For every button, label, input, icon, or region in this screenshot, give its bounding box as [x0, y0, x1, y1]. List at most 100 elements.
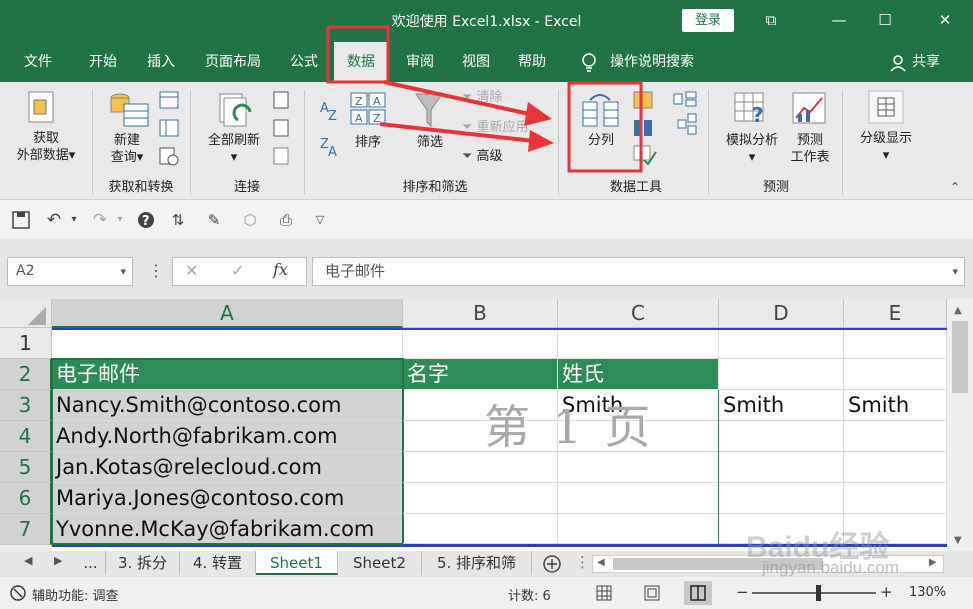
share-button[interactable]: 共享 — [912, 42, 940, 82]
scroll-up-icon[interactable]: ▲ — [954, 305, 962, 316]
forecast-sheet-button[interactable]: 预测 工作表 — [784, 132, 836, 166]
ribbon-display-icon[interactable]: ⧉ — [748, 4, 794, 36]
zoom-in-icon[interactable]: + — [880, 583, 893, 601]
new-query-button[interactable]: 新建 查询▾ — [100, 132, 154, 166]
cell-d3[interactable]: Smith — [719, 390, 844, 421]
refresh-all-button[interactable]: 全部刷新 ▾ — [198, 132, 270, 166]
sheet-tab-sheet2[interactable]: Sheet2 — [338, 551, 422, 575]
cell-b6[interactable] — [403, 483, 558, 514]
cell-d7[interactable] — [719, 514, 844, 544]
more-sheets[interactable]: ... — [76, 551, 106, 575]
cell-e6[interactable] — [844, 483, 947, 514]
next-sheet-icon[interactable]: ▶ — [54, 554, 62, 567]
row-header-2[interactable]: 2 — [0, 359, 52, 390]
cell-e5[interactable] — [844, 452, 947, 483]
column-header-d[interactable]: D — [719, 299, 844, 328]
column-header-b[interactable]: B — [403, 299, 558, 328]
tab-file[interactable]: 文件 — [14, 42, 62, 82]
expand-formula-icon[interactable]: ▾ — [952, 258, 958, 285]
cell-e4[interactable] — [844, 421, 947, 452]
worksheet-grid[interactable]: A B C D E 1 2 3 4 5 6 7 电子邮件 名字 姓氏 Nancy… — [0, 299, 973, 551]
cell-c6[interactable] — [558, 483, 719, 514]
cube-icon[interactable]: ⬡ — [240, 210, 260, 230]
scroll-left-icon[interactable]: ◀ — [597, 557, 605, 568]
data-tool-small-icons[interactable] — [632, 90, 662, 166]
name-box-dropdown-icon[interactable]: ▾ — [120, 258, 126, 285]
tell-me-search[interactable]: 操作说明搜索 — [610, 42, 694, 82]
cell-d4[interactable] — [719, 421, 844, 452]
get-external-data-button[interactable]: 获取 外部数据▾ — [8, 130, 84, 164]
zoom-out-icon[interactable]: − — [736, 583, 749, 601]
cell-d6[interactable] — [719, 483, 844, 514]
scroll-right-icon[interactable]: ▶ — [929, 557, 937, 568]
cell-e1[interactable] — [844, 330, 947, 359]
cell-a4[interactable]: Andy.North@fabrikam.com — [52, 421, 403, 452]
cell-a6[interactable]: Mariya.Jones@contoso.com — [52, 483, 403, 514]
sort-quick-icon[interactable]: ⇅ — [168, 210, 188, 230]
cell-a1[interactable] — [52, 330, 403, 359]
vertical-scrollbar[interactable]: ▲ ▼ — [947, 299, 973, 551]
add-sheet-icon[interactable] — [542, 554, 562, 574]
query-small-icons[interactable] — [158, 90, 180, 172]
maximize-button[interactable]: ☐ — [862, 4, 908, 36]
horizontal-scroll-thumb[interactable] — [613, 558, 823, 570]
zoom-slider[interactable] — [752, 592, 876, 594]
sheet-tab-transpose[interactable]: 4. 转置 — [180, 551, 256, 575]
sort-small-icons[interactable]: A Z Z A — [318, 96, 342, 162]
row-header-7[interactable]: 7 — [0, 514, 52, 545]
formula-input[interactable]: 电子邮件 ▾ — [312, 257, 965, 286]
text-to-columns-button[interactable]: 分列 — [578, 132, 624, 149]
cell-d2[interactable] — [719, 359, 844, 390]
redo-dropdown-icon[interactable]: ▾ — [110, 210, 130, 230]
sheet-tab-split[interactable]: 3. 拆分 — [106, 551, 180, 575]
relationship-icons[interactable] — [672, 90, 698, 136]
undo-dropdown-icon[interactable]: ▾ — [64, 210, 84, 230]
cell-a5[interactable]: Jan.Kotas@relecloud.com — [52, 452, 403, 483]
redo-icon[interactable]: ↷ — [90, 210, 110, 230]
column-header-c[interactable]: C — [558, 299, 719, 328]
cell-e2[interactable] — [844, 359, 947, 390]
tab-page-layout[interactable]: 页面布局 — [194, 42, 272, 82]
column-header-e[interactable]: E — [844, 299, 947, 328]
page-break-view-icon[interactable] — [690, 585, 706, 601]
column-header-a[interactable]: A — [52, 299, 403, 328]
collapse-ribbon-icon[interactable]: ⌃ — [950, 180, 960, 194]
sheet-tab-sort-filter[interactable]: 5. 排序和筛 — [422, 551, 532, 575]
customize-toolbar-icon[interactable]: ▽ — [310, 210, 330, 230]
more-options-icon[interactable]: ⋮ — [148, 261, 164, 280]
cell-b2[interactable]: 名字 — [403, 359, 558, 390]
cell-e7[interactable] — [844, 514, 947, 544]
cell-a2[interactable]: 电子邮件 — [52, 359, 403, 390]
cell-e3[interactable]: Smith — [844, 390, 947, 421]
row-header-3[interactable]: 3 — [0, 390, 52, 421]
print-preview-icon[interactable]: ⎙ — [276, 210, 296, 230]
row-header-5[interactable]: 5 — [0, 452, 52, 483]
reapply-button[interactable]: ⏷ 重新应用 — [462, 118, 529, 138]
minimize-button[interactable]: — — [816, 4, 862, 36]
tab-review[interactable]: 审阅 — [396, 42, 444, 82]
login-button[interactable]: 登录 — [682, 9, 734, 32]
cell-d1[interactable] — [719, 330, 844, 359]
cell-d5[interactable] — [719, 452, 844, 483]
row-header-4[interactable]: 4 — [0, 421, 52, 452]
cell-a7[interactable]: Yvonne.McKay@fabrikam.com — [52, 514, 403, 544]
insert-function-icon[interactable]: fx — [273, 260, 288, 279]
undo-icon[interactable]: ↶ — [44, 210, 64, 230]
tab-data[interactable]: 数据 — [334, 42, 388, 82]
tab-split-handle[interactable]: ⋮ — [575, 553, 590, 571]
save-icon[interactable] — [11, 210, 31, 230]
whatif-analysis-button[interactable]: 模拟分析 ▾ — [716, 132, 788, 166]
advanced-filter-button[interactable]: ⏷ 高级 — [462, 147, 503, 167]
connection-small-icons[interactable] — [272, 90, 290, 172]
page-layout-view-icon[interactable] — [644, 585, 660, 601]
outline-button[interactable]: 分级显示 ▾ — [850, 130, 922, 164]
zoom-slider-thumb[interactable] — [816, 585, 821, 601]
normal-view-icon[interactable] — [596, 585, 612, 601]
cell-c7[interactable] — [558, 514, 719, 544]
edit-icon[interactable]: ✎ — [204, 210, 224, 230]
tab-help[interactable]: 帮助 — [508, 42, 556, 82]
row-header-6[interactable]: 6 — [0, 483, 52, 514]
tab-view[interactable]: 视图 — [452, 42, 500, 82]
prev-sheet-icon[interactable]: ◀ — [24, 554, 32, 567]
filter-button[interactable]: 筛选 — [408, 134, 452, 151]
